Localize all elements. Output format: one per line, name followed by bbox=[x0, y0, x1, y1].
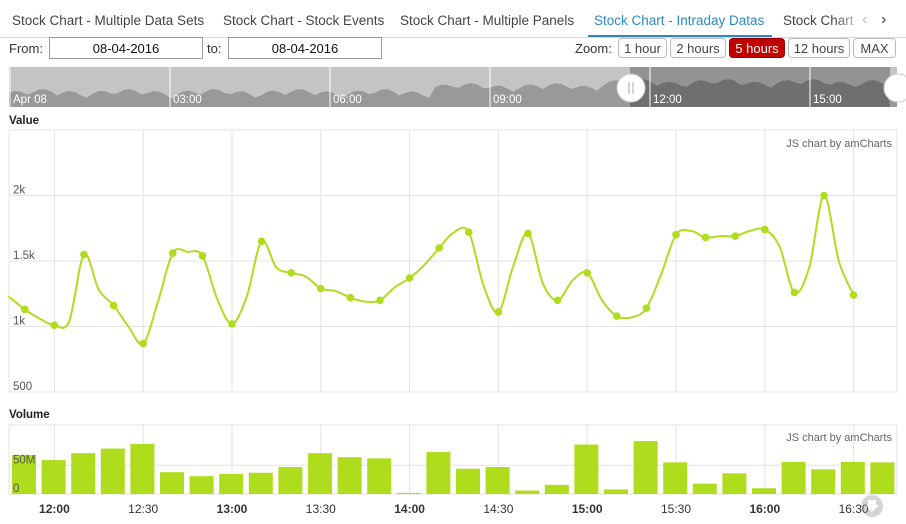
value-series-line bbox=[7, 194, 855, 346]
value-point bbox=[287, 268, 296, 277]
volume-bar bbox=[71, 453, 96, 494]
volume-bar bbox=[367, 458, 392, 494]
value-point bbox=[672, 231, 680, 239]
time-axis-tick-label: 13:00 bbox=[217, 502, 248, 516]
volume-bar bbox=[278, 466, 303, 494]
volume-bar bbox=[663, 462, 688, 494]
value-point bbox=[21, 305, 29, 314]
volume-bar bbox=[515, 490, 540, 494]
volume-bar bbox=[100, 448, 125, 494]
value-point bbox=[790, 288, 799, 297]
volume-axis-tick-label: 50M bbox=[13, 454, 35, 466]
volume-bar bbox=[722, 473, 747, 494]
volume-bar bbox=[456, 468, 480, 494]
value-panel-credit[interactable]: JS chart by amCharts bbox=[786, 138, 892, 150]
scrollbar-tick-label: Apr 08 bbox=[13, 94, 47, 106]
time-axis-tick-label: 15:00 bbox=[572, 502, 603, 516]
volume-bar bbox=[781, 461, 806, 494]
time-axis-tick-label: 16:00 bbox=[749, 502, 780, 516]
value-point bbox=[583, 268, 591, 277]
volume-bar bbox=[337, 457, 362, 494]
value-point bbox=[198, 251, 207, 260]
value-axis-tick-label: 500 bbox=[13, 381, 32, 393]
value-point bbox=[169, 249, 177, 257]
download-arrow-icon[interactable] bbox=[861, 495, 883, 517]
scroll-handle-left[interactable] bbox=[616, 73, 646, 103]
value-axis-tick-label: 2k bbox=[13, 185, 25, 197]
volume-panel-credit[interactable]: JS chart by amCharts bbox=[786, 432, 892, 444]
value-point bbox=[465, 228, 473, 236]
time-axis: 12:00 12:30 13:00 13:30 14:00 14:30 15:00 15:30… bbox=[39, 502, 869, 516]
volume-bar bbox=[752, 488, 776, 494]
volume-bar bbox=[41, 460, 66, 494]
chart-scrollbar[interactable]: Apr 08 03:00 06:00 09:00 12:00 15:00 bbox=[9, 67, 906, 107]
value-axis-tick-label: 1.5k bbox=[13, 250, 35, 262]
value-point bbox=[524, 229, 532, 238]
volume-bar bbox=[248, 472, 273, 494]
value-point bbox=[494, 308, 503, 316]
volume-bar bbox=[811, 469, 836, 494]
value-panel-title: Value bbox=[9, 115, 39, 127]
value-point bbox=[109, 301, 118, 310]
value-point bbox=[820, 191, 828, 200]
volume-series-bars bbox=[12, 441, 895, 494]
value-point bbox=[346, 293, 355, 302]
scrollbar-tick-label: 03:00 bbox=[173, 94, 202, 106]
time-axis-tick-label: 14:30 bbox=[483, 502, 513, 516]
value-point bbox=[257, 237, 266, 246]
value-point bbox=[613, 312, 621, 320]
value-point bbox=[642, 304, 651, 312]
value-point bbox=[701, 233, 710, 242]
value-series-points bbox=[21, 191, 858, 348]
volume-bar bbox=[604, 489, 628, 494]
value-point bbox=[553, 296, 562, 305]
scrollbar-tick-label: 06:00 bbox=[333, 94, 362, 106]
value-point bbox=[405, 274, 414, 282]
value-axis-tick-label: 1k bbox=[13, 316, 25, 328]
time-axis-tick-label: 12:30 bbox=[128, 502, 158, 516]
volume-bar bbox=[308, 453, 332, 494]
value-point bbox=[228, 320, 236, 328]
value-point bbox=[317, 284, 325, 293]
scrollbar-tick-label: 12:00 bbox=[653, 94, 682, 106]
value-point bbox=[761, 225, 769, 234]
volume-bar bbox=[870, 462, 895, 494]
time-axis-tick-label: 14:00 bbox=[394, 502, 425, 516]
volume-axis-tick-label: 0 bbox=[13, 483, 19, 495]
time-axis-tick-label: 15:30 bbox=[661, 502, 691, 516]
scrollbar-tick-label: 15:00 bbox=[813, 94, 842, 106]
volume-bar bbox=[219, 473, 244, 494]
stock-chart-app: { "tabs": [ {"label": "Stock Chart - Mul… bbox=[0, 0, 906, 524]
volume-bar bbox=[485, 466, 510, 494]
value-point bbox=[50, 321, 59, 329]
volume-panel-title: Volume bbox=[9, 409, 50, 421]
volume-bar bbox=[426, 452, 451, 494]
volume-bar bbox=[574, 444, 599, 494]
volume-bar bbox=[160, 472, 184, 494]
value-axis: 500 1k 1.5k 2k bbox=[13, 185, 35, 394]
volume-bar bbox=[130, 443, 155, 494]
volume-bar bbox=[840, 461, 865, 494]
time-axis-tick-label: 13:30 bbox=[306, 502, 336, 516]
volume-bar bbox=[396, 492, 421, 494]
value-point bbox=[849, 291, 858, 299]
volume-bar bbox=[692, 483, 717, 494]
volume-bar bbox=[544, 484, 569, 494]
value-panel-grid bbox=[8, 129, 898, 393]
value-point bbox=[376, 296, 384, 305]
value-point bbox=[435, 244, 444, 252]
value-point bbox=[139, 339, 147, 348]
value-point bbox=[80, 250, 88, 259]
value-point bbox=[731, 232, 739, 240]
volume-bar bbox=[189, 476, 214, 494]
stock-chart-canvas: Apr 08 03:00 06:00 09:00 12:00 15:00 Value JS… bbox=[7, 67, 906, 517]
volume-bar bbox=[633, 441, 658, 494]
scrollbar-tick-label: 09:00 bbox=[493, 94, 522, 106]
time-axis-tick-label: 12:00 bbox=[39, 502, 70, 516]
